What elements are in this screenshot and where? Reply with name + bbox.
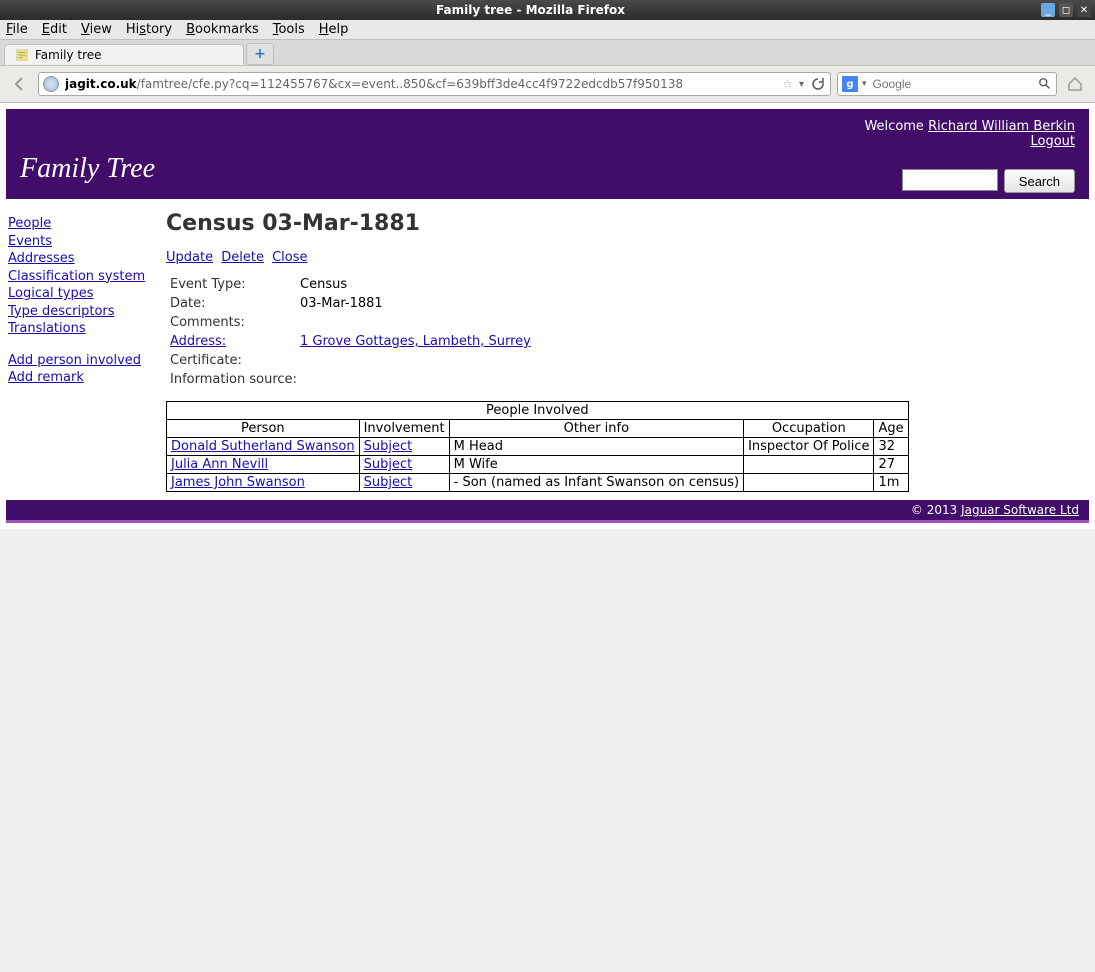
site-search-input[interactable] xyxy=(902,169,998,191)
home-icon xyxy=(1066,75,1084,93)
action-close[interactable]: Close xyxy=(272,250,307,265)
browser-navbar: jagit.co.uk/famtree/cfe.py?cq=112455767&… xyxy=(0,66,1095,103)
action-update[interactable]: Update xyxy=(166,250,213,265)
label-event-type: Event Type: xyxy=(170,277,300,292)
sidebar-item-addresses[interactable]: Addresses xyxy=(8,250,166,268)
url-text: jagit.co.uk/famtree/cfe.py?cq=112455767&… xyxy=(65,77,776,91)
sidebar-item-events[interactable]: Events xyxy=(8,233,166,251)
menu-file[interactable]: File xyxy=(6,22,28,37)
search-icon[interactable] xyxy=(1038,77,1052,91)
page-viewport: Welcome Richard William Berkin Logout Fa… xyxy=(0,103,1095,529)
cell-occupation: Inspector Of Police xyxy=(744,438,874,456)
window-close-button[interactable]: ✕ xyxy=(1077,3,1091,17)
menu-history[interactable]: History xyxy=(126,22,172,37)
browser-menubar: File Edit View History Bookmarks Tools H… xyxy=(0,20,1095,40)
menu-help[interactable]: Help xyxy=(319,22,349,37)
value-address-link[interactable]: 1 Grove Gottages, Lambeth, Surrey xyxy=(300,334,531,349)
welcome-area: Welcome Richard William Berkin Logout xyxy=(20,119,1075,149)
tab-label: Family tree xyxy=(35,48,102,62)
cell-age: 1m xyxy=(874,474,908,492)
label-address-link[interactable]: Address: xyxy=(170,334,226,349)
browser-tab[interactable]: Family tree xyxy=(4,44,244,65)
record-actions: Update Delete Close xyxy=(166,250,1079,265)
site-search: Search xyxy=(902,169,1075,193)
back-button[interactable] xyxy=(8,72,32,96)
user-link[interactable]: Richard William Berkin xyxy=(928,119,1075,134)
google-icon[interactable]: g xyxy=(842,76,858,92)
menu-view[interactable]: View xyxy=(81,22,112,37)
site-footer: © 2013 Jaguar Software Ltd xyxy=(6,500,1089,523)
sidebar-action-add-person[interactable]: Add person involved xyxy=(8,352,166,370)
reload-icon[interactable] xyxy=(810,76,826,92)
col-involvement: Involvement xyxy=(359,420,449,438)
involvement-link[interactable]: Subject xyxy=(364,475,413,490)
col-other: Other info xyxy=(449,420,743,438)
person-link[interactable]: Julia Ann Nevill xyxy=(171,457,268,472)
window-minimize-button[interactable]: _ xyxy=(1041,3,1055,17)
page-title: Census 03-Mar-1881 xyxy=(166,211,1079,236)
label-certificate: Certificate: xyxy=(170,353,300,368)
search-dropdown-icon[interactable]: ▾ xyxy=(862,79,867,89)
home-button[interactable] xyxy=(1063,72,1087,96)
footer-company-link[interactable]: Jaguar Software Ltd xyxy=(961,503,1079,517)
cell-occupation xyxy=(744,474,874,492)
sidebar-item-translations[interactable]: Translations xyxy=(8,320,166,338)
cell-other: M Head xyxy=(449,438,743,456)
browser-search-box[interactable]: g ▾ xyxy=(837,72,1057,96)
value-event-type: Census xyxy=(300,277,347,292)
cell-occupation xyxy=(744,456,874,474)
site-identity-icon[interactable] xyxy=(43,76,59,92)
sidebar-item-people[interactable]: People xyxy=(8,215,166,233)
sidebar-action-add-remark[interactable]: Add remark xyxy=(8,369,166,387)
sidebar-item-type-descriptors[interactable]: Type descriptors xyxy=(8,303,166,321)
cell-other: - Son (named as Infant Swanson on census… xyxy=(449,474,743,492)
col-age: Age xyxy=(874,420,908,438)
back-icon xyxy=(11,75,29,93)
browser-search-input[interactable] xyxy=(871,76,1034,92)
table-row: Julia Ann Nevill Subject M Wife 27 xyxy=(167,456,909,474)
label-date: Date: xyxy=(170,296,300,311)
involvement-link[interactable]: Subject xyxy=(364,457,413,472)
page-icon xyxy=(15,48,29,62)
event-details: Event Type:Census Date:03-Mar-1881 Comme… xyxy=(170,275,1079,389)
site-header: Welcome Richard William Berkin Logout Fa… xyxy=(6,109,1089,199)
value-date: 03-Mar-1881 xyxy=(300,296,383,311)
browser-tabbar: Family tree + xyxy=(0,40,1095,66)
cell-age: 27 xyxy=(874,456,908,474)
sidebar: People Events Addresses Classification s… xyxy=(6,211,166,492)
main-panel: Census 03-Mar-1881 Update Delete Close E… xyxy=(166,211,1089,492)
sidebar-item-classification[interactable]: Classification system xyxy=(8,268,166,286)
involvement-link[interactable]: Subject xyxy=(364,439,413,454)
window-titlebar: Family tree - Mozilla Firefox _ ◻ ✕ xyxy=(0,0,1095,20)
sidebar-item-logical-types[interactable]: Logical types xyxy=(8,285,166,303)
window-title: Family tree - Mozilla Firefox xyxy=(20,3,1041,17)
table-caption: People Involved xyxy=(167,402,909,420)
url-bar[interactable]: jagit.co.uk/famtree/cfe.py?cq=112455767&… xyxy=(38,72,831,96)
menu-bookmarks[interactable]: Bookmarks xyxy=(186,22,259,37)
bookmark-star-icon[interactable]: ☆ xyxy=(782,77,793,91)
cell-age: 32 xyxy=(874,438,908,456)
content-area: People Events Addresses Classification s… xyxy=(6,199,1089,500)
cell-other: M Wife xyxy=(449,456,743,474)
people-involved-table: People Involved Person Involvement Other… xyxy=(166,401,909,492)
site-search-button[interactable]: Search xyxy=(1004,169,1075,193)
col-person: Person xyxy=(167,420,360,438)
label-comments: Comments: xyxy=(170,315,300,330)
welcome-prefix: Welcome xyxy=(864,119,928,134)
logout-link[interactable]: Logout xyxy=(1030,134,1075,149)
label-info-source: Information source: xyxy=(170,372,300,387)
person-link[interactable]: Donald Sutherland Swanson xyxy=(171,439,355,454)
person-link[interactable]: James John Swanson xyxy=(171,475,305,490)
action-delete[interactable]: Delete xyxy=(221,250,264,265)
menu-edit[interactable]: Edit xyxy=(42,22,67,37)
menu-tools[interactable]: Tools xyxy=(273,22,305,37)
footer-copyright: © 2013 xyxy=(911,503,961,517)
url-dropdown-icon[interactable]: ▾ xyxy=(799,79,804,90)
col-occupation: Occupation xyxy=(744,420,874,438)
new-tab-button[interactable]: + xyxy=(246,43,274,65)
table-row: James John Swanson Subject - Son (named … xyxy=(167,474,909,492)
table-row: Donald Sutherland Swanson Subject M Head… xyxy=(167,438,909,456)
window-maximize-button[interactable]: ◻ xyxy=(1059,3,1073,17)
